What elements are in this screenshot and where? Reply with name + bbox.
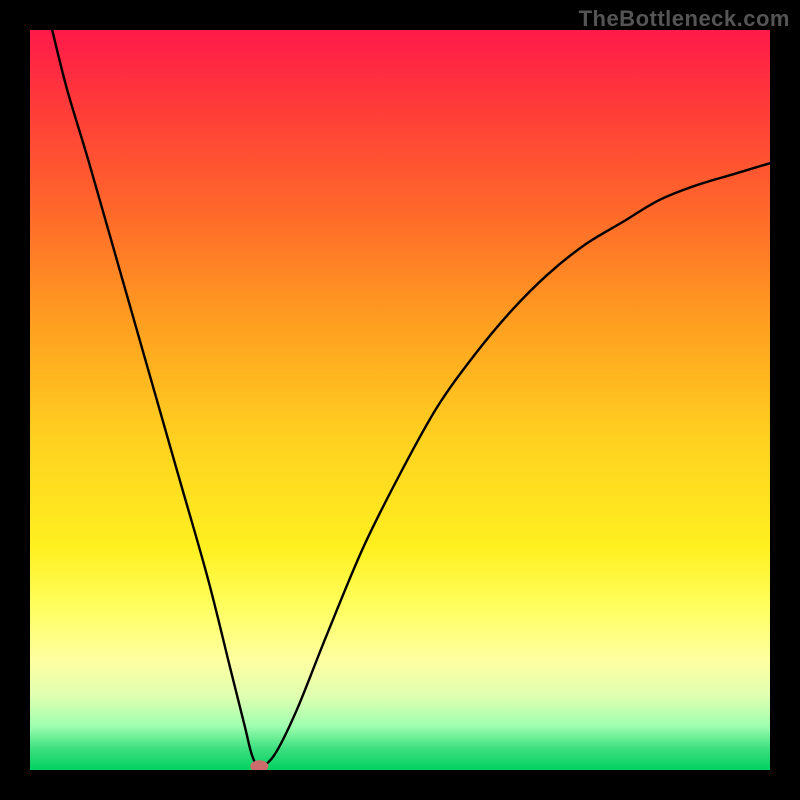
plot-area [30, 30, 770, 770]
watermark-text: TheBottleneck.com [579, 6, 790, 32]
bottleneck-curve [52, 30, 770, 766]
curve-layer [30, 30, 770, 770]
chart-frame: TheBottleneck.com [0, 0, 800, 800]
minimum-marker [250, 760, 268, 770]
